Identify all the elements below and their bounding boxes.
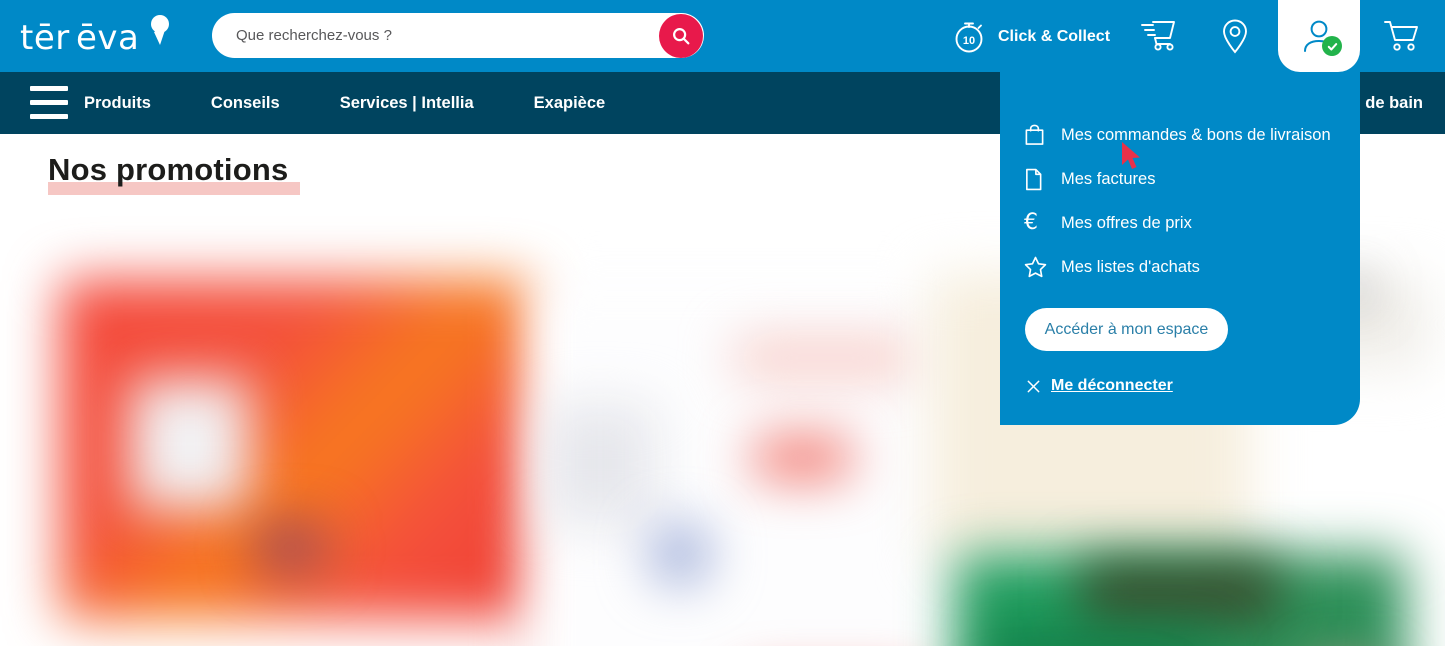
search-input[interactable] <box>212 27 659 44</box>
click-and-collect-button[interactable]: 10 Click & Collect <box>952 20 1110 54</box>
star-icon <box>1024 256 1050 278</box>
acceder-mon-espace-button[interactable]: Accéder à mon espace <box>1025 308 1228 351</box>
location-pin-icon <box>1223 19 1247 54</box>
nav-item-conseils[interactable]: Conseils <box>211 94 280 113</box>
menu-item-mes-offres-de-prix[interactable]: € Mes offres de prix <box>1024 208 1192 238</box>
nav-item-exapiece[interactable]: Exapièce <box>534 94 606 113</box>
shopping-bag-icon <box>1024 124 1050 146</box>
nav-item-list: Produits Conseils Services | Intellia Ex… <box>84 72 665 134</box>
promo-badge <box>735 339 915 377</box>
hamburger-bar <box>30 100 68 105</box>
menu-item-label: Mes commandes & bons de livraison <box>1061 125 1331 144</box>
promo-card-red-detail <box>255 524 325 570</box>
document-icon <box>1024 168 1050 191</box>
search-icon <box>673 27 690 44</box>
hamburger-bar <box>30 86 68 91</box>
shopping-cart-icon <box>1384 21 1418 51</box>
logout-label: Me déconnecter <box>1051 377 1173 394</box>
search-button[interactable] <box>659 13 703 58</box>
nav-item-salle-de-bain[interactable]: de bain <box>1365 72 1423 134</box>
cart-button[interactable] <box>1382 18 1422 59</box>
nav-item-produits[interactable]: Produits <box>84 94 151 113</box>
menu-item-label: Mes offres de prix <box>1061 213 1192 232</box>
euro-glyph: € <box>1024 210 1038 235</box>
promo-product-accent <box>650 524 710 584</box>
quick-cart-icon <box>1141 21 1175 51</box>
promo-product-image <box>545 404 655 524</box>
promo-badge <box>755 439 850 477</box>
click-and-collect-label: Click & Collect <box>998 28 1111 45</box>
store-locator-button[interactable] <box>1218 18 1252 59</box>
menu-item-mes-factures[interactable]: Mes factures <box>1024 164 1155 194</box>
promo-card-green-image <box>1080 562 1280 622</box>
menu-item-label: Mes listes d'achats <box>1061 257 1200 276</box>
page-title-wrapper: Nos promotions <box>48 152 300 195</box>
svg-text:10: 10 <box>963 35 975 47</box>
page-root: Nos promotions Produits Conseils Service… <box>0 0 1445 646</box>
svg-text:tēr: tēr <box>20 18 70 57</box>
page-title: Nos promotions <box>48 152 289 187</box>
search-bar[interactable] <box>212 13 704 58</box>
svg-text:ēva: ēva <box>76 18 139 57</box>
euro-icon: € <box>1024 212 1050 234</box>
menu-item-mes-commandes[interactable]: Mes commandes & bons de livraison <box>1024 120 1331 150</box>
stopwatch-10-icon: 10 <box>955 22 983 53</box>
hamburger-menu-icon[interactable] <box>30 86 68 119</box>
hamburger-bar <box>30 114 68 119</box>
promo-card-green-text <box>985 639 1215 646</box>
check-badge-icon <box>1327 42 1337 50</box>
promo-card-red-image <box>130 379 250 509</box>
quick-cart-button[interactable] <box>1140 18 1178 59</box>
tereva-logo-icon: tēr ēva <box>20 15 169 58</box>
account-status-badge <box>1322 36 1342 56</box>
menu-item-label: Mes factures <box>1061 169 1156 188</box>
account-menu-button[interactable] <box>1278 0 1360 72</box>
tereva-logo[interactable]: tēr ēva <box>18 15 178 58</box>
account-dropdown-panel: Mes commandes & bons de livraison Mes fa… <box>1000 72 1360 425</box>
logout-link[interactable]: Me déconnecter <box>1026 374 1173 398</box>
menu-item-mes-listes-achats[interactable]: Mes listes d'achats <box>1024 252 1200 282</box>
close-x-icon <box>1027 380 1040 392</box>
nav-item-services-intellia[interactable]: Services | Intellia <box>340 94 474 113</box>
